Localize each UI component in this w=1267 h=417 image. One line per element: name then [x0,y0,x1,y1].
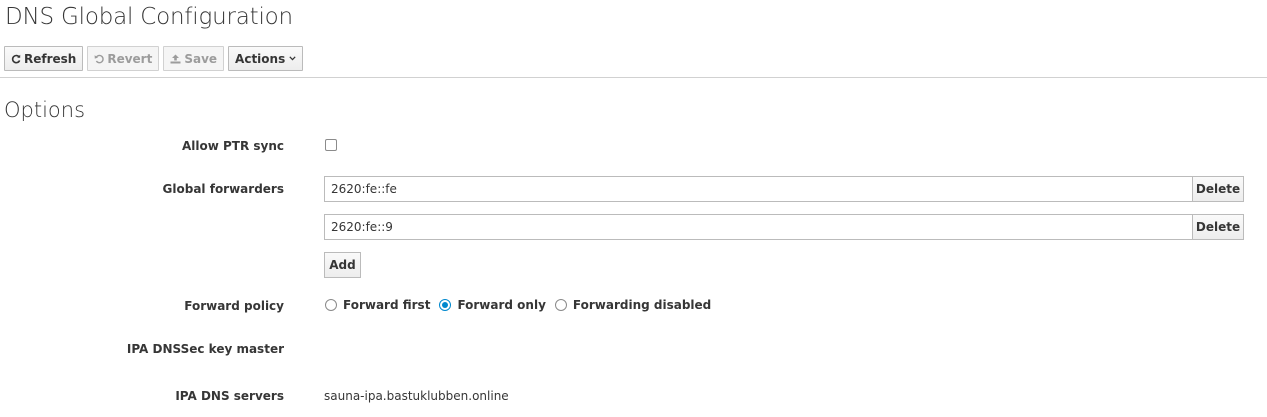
section-title: Options [4,98,86,122]
forwarder-row: Delete [324,176,1244,202]
dns-servers-value: sauna-ipa.bastuklubben.online [324,389,509,403]
forwarder-input[interactable] [324,214,1192,240]
radio-button[interactable] [554,299,567,311]
save-button[interactable]: Save [163,46,225,71]
delete-forwarder-button[interactable]: Delete [1192,176,1244,202]
toolbar: Refresh Revert Save Actions [4,46,304,71]
radio-label: Forward only [457,298,546,312]
forwarder-row: Delete [324,214,1244,240]
allow-ptr-sync-checkbox[interactable] [325,139,337,151]
forwarder-input[interactable] [324,176,1192,202]
radio-label: Forwarding disabled [572,298,712,312]
radio-forward-only[interactable]: Forward only [439,298,546,312]
revert-button[interactable]: Revert [87,46,160,71]
chevron-down-icon [289,56,296,61]
refresh-button[interactable]: Refresh [4,46,84,71]
page-title: DNS Global Configuration [5,4,293,30]
allow-ptr-sync-label: Allow PTR sync [181,139,284,153]
actions-dropdown-button[interactable]: Actions [228,46,304,71]
dns-servers-label: IPA DNS servers [175,389,284,403]
delete-forwarder-button[interactable]: Delete [1192,214,1244,240]
save-label: Save [184,51,218,66]
dnssec-key-master-label: IPA DNSSec key master [126,342,284,356]
refresh-label: Refresh [24,51,77,66]
radio-button[interactable] [325,299,337,311]
forward-policy-radio-group: Forward first Forward only Forwarding di… [325,298,720,312]
radio-forwarding-disabled[interactable]: Forwarding disabled [554,298,712,312]
forward-policy-label: Forward policy [184,299,284,313]
radio-forward-first[interactable]: Forward first [325,298,430,312]
add-forwarder-button[interactable]: Add [324,252,361,278]
actions-label: Actions [235,51,286,66]
global-forwarders-label: Global forwarders [162,182,284,196]
toolbar-divider [0,77,1267,78]
radio-label: Forward first [343,298,431,312]
undo-icon [94,54,105,64]
radio-button[interactable] [439,299,452,311]
refresh-icon [11,54,21,64]
revert-label: Revert [107,51,153,66]
upload-icon [170,54,181,64]
